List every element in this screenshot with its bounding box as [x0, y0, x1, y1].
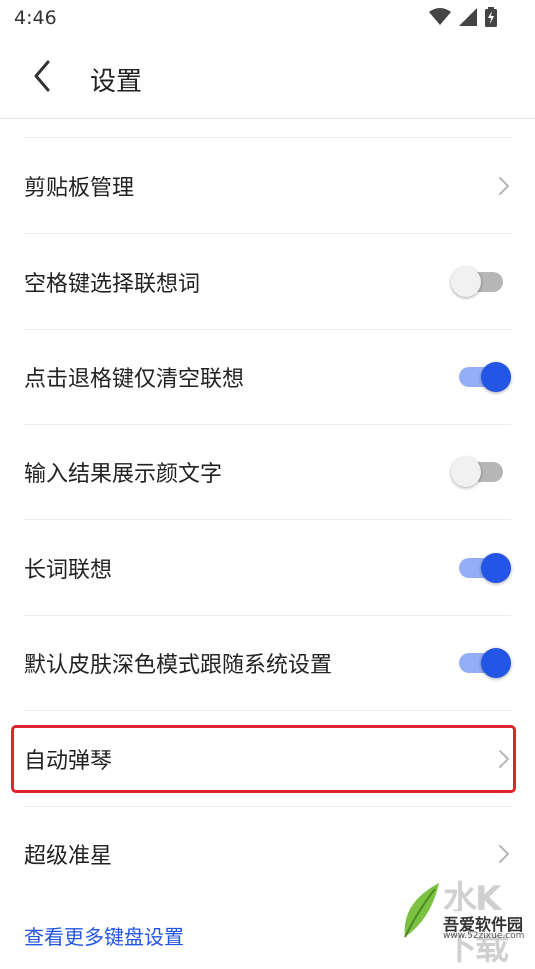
toggle-knob [481, 361, 511, 392]
toggle-switch-long-word-suggestion[interactable] [451, 550, 511, 586]
chevron-left-icon [32, 60, 52, 96]
chevron-right-icon [493, 175, 515, 197]
setting-row-long-word-suggestion: 长词联想 [24, 520, 511, 616]
cellular-icon [459, 8, 477, 30]
setting-label: 超级准星 [24, 843, 113, 869]
back-button[interactable] [20, 56, 64, 100]
chevron-right-icon [493, 843, 515, 865]
setting-row-dark-mode-follow-system: 默认皮肤深色模式跟随系统设置 [24, 615, 511, 711]
setting-label: 长词联想 [24, 557, 113, 583]
chevron-right-icon [493, 748, 515, 770]
toggle-switch-space-select-suggestion[interactable] [451, 264, 511, 300]
watermark-url: www.52zixue.com [443, 931, 525, 941]
setting-label: 剪贴板管理 [24, 175, 135, 201]
more-keyboard-settings-link[interactable]: 查看更多键盘设置 [24, 921, 184, 950]
status-bar: 4:46 [0, 0, 535, 38]
watermark-leaf-icon [404, 883, 439, 938]
toggle-knob [451, 456, 481, 487]
setting-row-show-kaomoji: 输入结果展示颜文字 [24, 424, 511, 520]
setting-label: 默认皮肤深色模式跟随系统设置 [24, 652, 333, 678]
battery-charging-icon [485, 7, 497, 31]
setting-row-backspace-clear-suggestion: 点击退格键仅清空联想 [24, 329, 511, 425]
toggle-knob [481, 647, 511, 678]
page-title: 设置 [90, 67, 143, 97]
wifi-icon [429, 8, 451, 30]
setting-label: 空格键选择联想词 [24, 271, 201, 297]
toggle-switch-show-kaomoji[interactable] [451, 454, 511, 490]
setting-label: 自动弹琴 [24, 748, 113, 774]
setting-row-space-select-suggestion: 空格键选择联想词 [24, 234, 511, 330]
app-bar: 设置 [0, 38, 535, 119]
setting-row-auto-piano[interactable]: 自动弹琴 [24, 711, 511, 807]
toggle-switch-backspace-clear-suggestion[interactable] [451, 359, 511, 395]
setting-label: 点击退格键仅清空联想 [24, 366, 245, 392]
setting-row-clipboard-manager[interactable]: 剪贴板管理 [24, 138, 511, 234]
toggle-knob [451, 266, 481, 297]
setting-label: 输入结果展示颜文字 [24, 461, 223, 487]
toggle-knob [481, 552, 511, 583]
status-icons [429, 7, 497, 31]
toggle-switch-dark-mode-follow-system[interactable] [451, 645, 511, 681]
status-time: 4:46 [14, 7, 57, 29]
watermark: 水K下载 吾爱软件园 www.52zixue.com [399, 869, 529, 968]
